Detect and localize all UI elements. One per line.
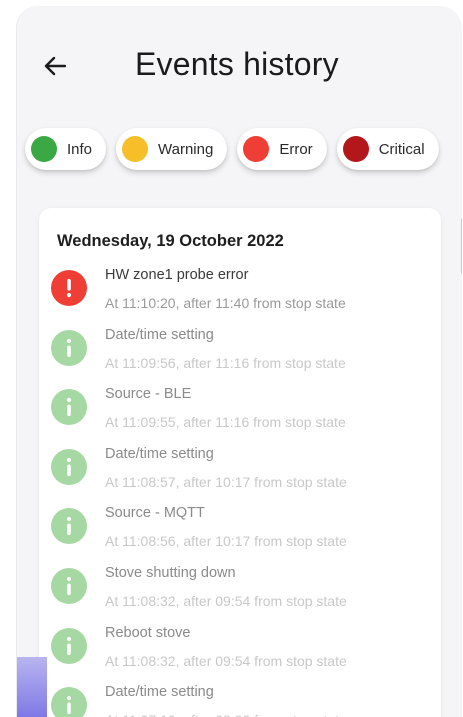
filter-chip-label: Critical (378, 140, 425, 158)
error-color-dot (243, 136, 270, 162)
info-icon (51, 508, 87, 545)
warning-color-dot (122, 136, 149, 162)
event-details: At 11:08:56, after 10:17 from stop state (105, 533, 347, 550)
event-text: Date/time setting At 11:08:57, after 10:1… (105, 439, 347, 499)
event-title: Stove shutting down (105, 564, 236, 581)
event-details: At 11:07:10, after 08:33 from stop state (105, 711, 347, 717)
event-details: At 11:08:32, after 09:54 from stop state (105, 592, 347, 609)
event-row[interactable]: HW zone1 probe error At 11:10:20, after 1… (51, 260, 431, 320)
filter-chip-error[interactable]: Error (237, 128, 327, 170)
event-row[interactable]: Date/time setting At 11:08:57, after 10:1… (51, 439, 431, 499)
event-text: HW zone1 probe error At 11:10:20, after 1… (105, 260, 346, 320)
info-icon (51, 329, 87, 366)
event-details: At 11:09:55, after 11:16 from stop state (105, 414, 346, 431)
event-text: Source - MQTT At 11:08:56, after 10:17 fr… (105, 498, 347, 558)
event-row[interactable]: Date/time setting At 11:09:56, after 11:1… (51, 320, 431, 380)
event-title: Reboot stove (105, 624, 191, 641)
info-icon (51, 448, 87, 485)
event-row[interactable]: Stove shutting down At 11:08:32, after 09… (51, 558, 431, 618)
event-title: Source - MQTT (105, 505, 205, 522)
event-title: Date/time setting (105, 684, 214, 701)
event-title: Source - BLE (105, 386, 192, 403)
info-color-dot (31, 136, 57, 162)
filter-chip-label: Info (67, 140, 93, 158)
event-title: HW zone1 probe error (105, 267, 249, 283)
event-row[interactable]: Source - BLE At 11:09:55, after 11:16 fro… (51, 379, 431, 439)
event-text: Stove shutting down At 11:08:32, after 09… (105, 558, 347, 618)
info-icon (51, 389, 87, 426)
filter-chip-label: Warning (158, 140, 214, 158)
info-icon (51, 687, 87, 717)
info-icon (51, 627, 87, 664)
filter-chip-warning[interactable]: Warning (116, 128, 228, 170)
date-heading: Wednesday, 19 October 2022 (57, 232, 284, 250)
back-button[interactable] (39, 50, 71, 82)
page-title: Events history (135, 46, 339, 82)
critical-color-dot (342, 136, 369, 162)
event-text: Reboot stove At 11:08:32, after 09:54 fro… (105, 618, 347, 678)
decorative-gradient (17, 657, 47, 717)
event-row[interactable]: Source - MQTT At 11:08:56, after 10:17 fr… (51, 498, 431, 558)
event-details: At 11:08:32, after 09:54 from stop state (105, 652, 347, 669)
event-text: Date/time setting At 11:07:10, after 08:3… (105, 677, 347, 717)
event-row[interactable]: Date/time setting At 11:07:10, after 08:3… (51, 677, 431, 717)
event-text: Source - BLE At 11:09:55, after 11:16 fro… (105, 379, 346, 439)
app-bar: Events history (17, 6, 462, 116)
severity-filter-bar: Info Warning Error Critical (25, 128, 439, 170)
event-details: At 11:10:20, after 11:40 from stop state (105, 295, 346, 311)
filter-chip-label: Error (279, 140, 313, 158)
events-card[interactable]: Wednesday, 19 October 2022 HW zone1 prob… (39, 208, 441, 717)
event-list: HW zone1 probe error At 11:10:20, after 1… (51, 260, 431, 717)
exclamation-icon (51, 270, 87, 306)
event-text: Date/time setting At 11:09:56, after 11:1… (105, 320, 346, 380)
screen-frame: Events history Info Warning Error Critic… (16, 6, 462, 717)
arrow-left-icon (44, 56, 66, 76)
event-row[interactable]: Reboot stove At 11:08:32, after 09:54 fro… (51, 618, 431, 678)
filter-chip-critical[interactable]: Critical (336, 128, 439, 170)
event-details: At 11:08:57, after 10:17 from stop state (105, 473, 347, 490)
event-details: At 11:09:56, after 11:16 from stop state (105, 354, 346, 371)
scrollbar-thumb[interactable] (461, 218, 462, 274)
info-icon (51, 567, 87, 604)
event-title: Date/time setting (105, 445, 214, 462)
filter-chip-info[interactable]: Info (25, 128, 107, 170)
event-title: Date/time setting (105, 326, 214, 343)
